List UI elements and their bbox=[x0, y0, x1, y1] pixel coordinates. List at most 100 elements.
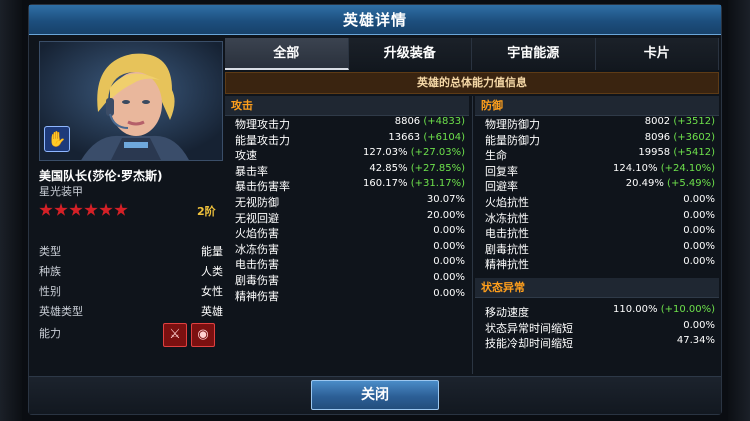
stat-label: 暴击率 bbox=[235, 164, 268, 178]
stat-row: 火焰伤害 0.00% bbox=[225, 225, 469, 241]
summary-header: 英雄的总体能力值信息 bbox=[225, 72, 719, 94]
close-button[interactable]: 关闭 bbox=[311, 380, 439, 410]
stat-number: 0.00% bbox=[433, 287, 465, 299]
status-section-header: 状态异常 bbox=[475, 277, 719, 298]
column-divider bbox=[472, 96, 473, 374]
stat-label: 精神抗性 bbox=[485, 258, 529, 272]
tab-bar: 全部 升级装备 宇宙能源 卡片 bbox=[225, 38, 719, 70]
stat-number: 8002 bbox=[644, 116, 671, 127]
stat-number: 0.00% bbox=[433, 271, 465, 283]
stat-value: 8096 (+3602) bbox=[645, 132, 715, 143]
attack-section-header: 攻击 bbox=[225, 96, 469, 116]
tab-upgrade-gear[interactable]: 升级装备 bbox=[348, 38, 472, 70]
attribute-type: 类型 能量 bbox=[39, 243, 223, 258]
hero-subtitle: 星光装甲 bbox=[39, 185, 83, 198]
defense-stats: 防御 物理防御力 8002 (+3512) 能量防御力 8096 (+3602) 生… bbox=[475, 96, 719, 351]
stat-value: 13663 (+6104) bbox=[388, 132, 465, 143]
stat-number: 8096 bbox=[644, 131, 671, 143]
stat-number: 124.10% bbox=[613, 162, 658, 174]
tab-all[interactable]: 全部 bbox=[225, 38, 349, 70]
stat-number: 127.03% bbox=[363, 147, 408, 159]
stat-row: 物理防御力 8002 (+3512) bbox=[475, 116, 719, 132]
stat-row: 暴击伤害率 160.17% (+31.17%) bbox=[225, 178, 469, 194]
stat-number: 0.00% bbox=[433, 256, 465, 268]
stat-number: 47.34% bbox=[676, 335, 715, 347]
stat-label: 精神伤害 bbox=[235, 289, 279, 303]
stat-number: 20.00% bbox=[426, 209, 465, 221]
stat-label: 火焰伤害 bbox=[235, 227, 279, 241]
stat-row: 电击伤害 0.00% bbox=[225, 256, 469, 272]
stat-label: 冰冻抗性 bbox=[485, 211, 529, 225]
stat-bonus: (+3602) bbox=[673, 131, 715, 143]
star-icon bbox=[39, 203, 53, 216]
stat-value: 0.00% bbox=[683, 225, 715, 236]
stat-row: 状态异常时间缩短 0.00% bbox=[475, 320, 719, 336]
stat-label: 物理防御力 bbox=[485, 118, 540, 131]
stat-number: 160.17% bbox=[363, 178, 408, 190]
stat-value: 0.00% bbox=[683, 320, 715, 331]
star-icon bbox=[69, 203, 83, 216]
stat-row: 技能冷却时间缩短 47.34% bbox=[475, 335, 719, 351]
stat-value: 0.00% bbox=[433, 272, 465, 283]
stat-label: 技能冷却时间缩短 bbox=[485, 337, 573, 351]
stat-row: 回避率 20.49% (+5.49%) bbox=[475, 178, 719, 194]
star-icon bbox=[114, 203, 128, 216]
defense-section-header: 防御 bbox=[475, 96, 719, 116]
stat-value: 0.00% bbox=[433, 256, 465, 267]
attribute-gender: 性别 女性 bbox=[39, 283, 223, 298]
stat-value: 0.00% bbox=[433, 241, 465, 252]
stat-number: 0.00% bbox=[433, 225, 465, 237]
stat-bonus: (+5.49%) bbox=[667, 178, 715, 190]
stat-label: 电击伤害 bbox=[235, 258, 279, 272]
stat-row: 移动速度 110.00% (+10.00%) bbox=[475, 304, 719, 320]
attribute-label: 类型 bbox=[39, 245, 61, 258]
section-title: 攻击 bbox=[231, 99, 253, 112]
stat-value: 47.34% bbox=[677, 335, 715, 346]
stat-value: 19958 (+5412) bbox=[638, 147, 715, 158]
attribute-race: 种族 人类 bbox=[39, 263, 223, 278]
stat-label: 状态异常时间缩短 bbox=[485, 321, 573, 335]
stat-bonus: (+5412) bbox=[673, 147, 715, 159]
stat-value: 124.10% (+24.10%) bbox=[613, 163, 715, 174]
stat-row: 冰冻抗性 0.00% bbox=[475, 210, 719, 226]
stat-row: 冰冻伤害 0.00% bbox=[225, 241, 469, 257]
stat-row: 火焰抗性 0.00% bbox=[475, 194, 719, 210]
bleed-ability-icon[interactable]: ⚔ bbox=[163, 323, 187, 347]
close-button-label: 关闭 bbox=[361, 387, 389, 403]
window-title: 英雄详情 bbox=[342, 11, 407, 29]
shield-ability-icon[interactable]: ◉ bbox=[191, 323, 215, 347]
stat-label: 电击抗性 bbox=[485, 227, 529, 241]
stat-label: 火焰抗性 bbox=[485, 195, 529, 209]
stat-value: 0.00% bbox=[683, 241, 715, 252]
stat-row: 生命 19958 (+5412) bbox=[475, 147, 719, 163]
stat-label: 暴击伤害率 bbox=[235, 180, 290, 194]
section-title: 状态异常 bbox=[481, 280, 525, 294]
stat-value: 30.07% bbox=[427, 194, 465, 205]
stat-label: 物理攻击力 bbox=[235, 118, 290, 131]
hero-details-panel: 英雄详情 ✋ 美国队长(莎伦·罗杰斯) 星光装甲 2阶 类型 能量 种族 人类 … bbox=[28, 4, 722, 415]
tab-cosmic-energy[interactable]: 宇宙能源 bbox=[472, 38, 596, 70]
tab-cards[interactable]: 卡片 bbox=[595, 38, 719, 70]
stat-bonus: (+27.85%) bbox=[410, 162, 465, 174]
attribute-value: 能量 bbox=[201, 245, 223, 258]
attribute-label: 英雄类型 bbox=[39, 305, 83, 318]
stat-number: 13663 bbox=[388, 131, 421, 143]
star-icon bbox=[99, 203, 113, 216]
stat-row: 回复率 124.10% (+24.10%) bbox=[475, 163, 719, 179]
stat-row: 攻速 127.03% (+27.03%) bbox=[225, 147, 469, 163]
stat-value: 20.00% bbox=[427, 210, 465, 221]
background-right-edge bbox=[728, 0, 750, 421]
stat-label: 移动速度 bbox=[485, 305, 529, 319]
stat-value: 110.00% (+10.00%) bbox=[613, 304, 715, 315]
stat-label: 回复率 bbox=[485, 164, 518, 178]
stat-number: 20.49% bbox=[625, 178, 664, 190]
stat-value: 0.00% bbox=[433, 288, 465, 299]
hero-name: 美国队长(莎伦·罗杰斯) bbox=[39, 169, 163, 183]
stat-row: 无视防御 30.07% bbox=[225, 194, 469, 210]
stat-number: 0.00% bbox=[683, 225, 715, 237]
attribute-label: 种族 bbox=[39, 265, 61, 278]
stat-label: 剧毒伤害 bbox=[235, 273, 279, 287]
hero-rank: 2阶 bbox=[197, 205, 216, 218]
hero-portrait: ✋ bbox=[39, 41, 223, 161]
stat-number: 19958 bbox=[638, 147, 671, 159]
